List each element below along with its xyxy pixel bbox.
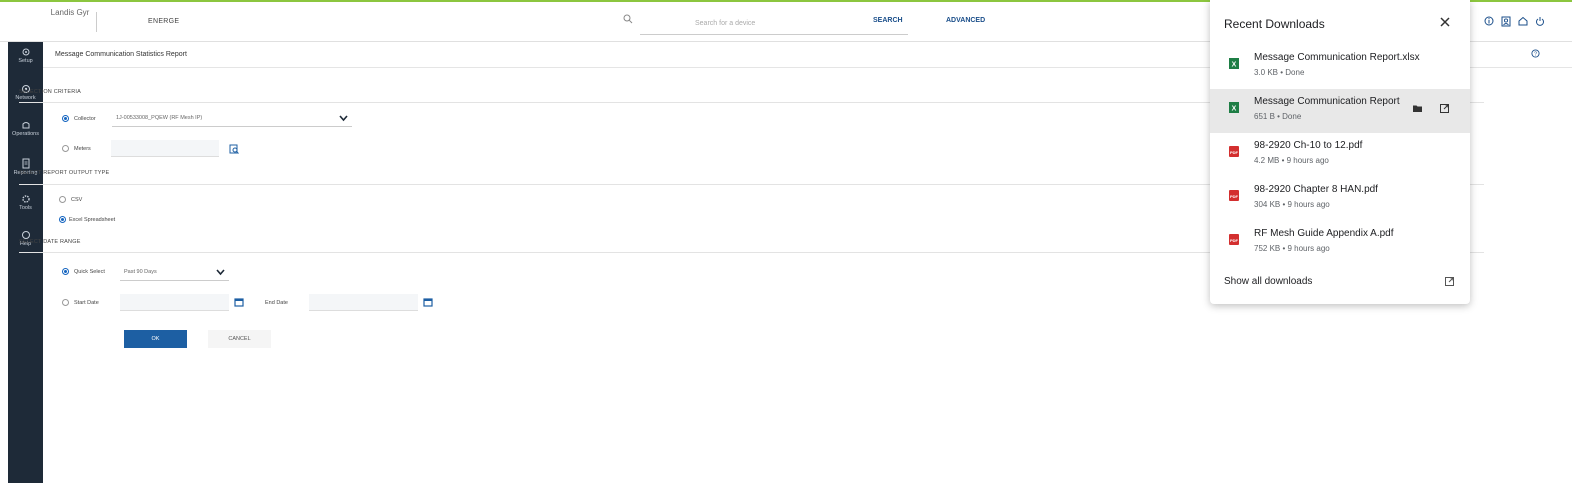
collector-select[interactable]: 1J-00533008_PQEW (RF Mesh IP) [112,110,352,127]
download-item[interactable]: X Message Communication Report 651 B • D… [1210,89,1470,133]
search-button[interactable]: SEARCH [873,17,903,24]
collector-value: 1J-00533008_PQEW (RF Mesh IP) [116,115,203,121]
chevron-down-icon [216,269,225,276]
sidebar-item-label: Setup [18,58,33,64]
close-icon[interactable] [1438,15,1452,29]
quick-select-radio[interactable] [62,268,69,275]
excel-radio[interactable] [59,216,66,223]
svg-text:PDF: PDF [1230,238,1239,243]
sidebar-item-tools[interactable]: Tools [8,194,43,211]
pdf-file-icon: PDF [1229,234,1239,245]
folder-icon[interactable] [1412,103,1423,114]
end-date-label: End Date [265,300,288,306]
help-icon[interactable]: ? [1531,49,1540,58]
end-date-input[interactable] [309,294,418,311]
download-name: 98-2920 Ch-10 to 12.pdf [1254,140,1363,151]
download-meta: 651 B • Done [1254,112,1302,121]
search-icon [623,14,633,24]
home-icon[interactable] [1517,14,1528,28]
search-input[interactable]: Search for a device [640,11,908,35]
download-meta: 3.0 KB • Done [1254,68,1305,77]
page-title: Message Communication Statistics Report [55,51,187,58]
download-name: Message Communication Report.xlsx [1254,52,1420,63]
svg-text:X: X [1232,106,1237,113]
downloads-title: Recent Downloads [1224,17,1325,31]
tools-icon [21,195,30,203]
operations-icon [22,122,29,129]
download-item[interactable]: X Message Communication Report.xlsx 3.0 … [1210,45,1470,89]
sidebar-item-label: Operations [12,131,39,137]
report-icon [22,158,29,169]
quick-select-value: Past 90 Days [124,269,157,275]
download-item[interactable]: PDF RF Mesh Guide Appendix A.pdf 752 KB … [1210,221,1470,265]
sidebar-item-label: Tools [19,205,32,211]
meters-input[interactable] [111,140,219,157]
download-item[interactable]: PDF 98-2920 Ch-10 to 12.pdf 4.2 MB • 9 h… [1210,133,1470,177]
download-meta: 304 KB • 9 hours ago [1254,200,1330,209]
section-heading: SELECT REPORT OUTPUT TYPE [19,170,110,176]
collector-radio[interactable] [62,115,69,122]
meters-radio[interactable] [62,145,69,152]
logo[interactable]: Landis Gyr [50,8,90,17]
chevron-down-icon [339,115,348,122]
svg-text:?: ? [1534,52,1537,58]
sidebar-item-operations[interactable]: Operations [8,120,43,137]
calendar-icon[interactable] [423,297,433,307]
downloads-panel: Recent Downloads X Message Communication… [1210,0,1470,304]
excel-label: Excel Spreadsheet [69,217,116,223]
user-icon[interactable] [1500,14,1511,28]
download-meta: 752 KB • 9 hours ago [1254,244,1330,253]
pdf-file-icon: PDF [1229,190,1239,201]
download-item[interactable]: PDF 98-2920 Chapter 8 HAN.pdf 304 KB • 9… [1210,177,1470,221]
divider [96,12,97,32]
download-name: 98-2920 Chapter 8 HAN.pdf [1254,184,1378,195]
svg-text:PDF: PDF [1230,150,1239,155]
meters-label: Meters [74,146,91,152]
csv-label: CSV [71,197,83,203]
calendar-icon[interactable] [234,297,244,307]
open-external-icon[interactable] [1439,103,1450,114]
start-date-label: Start Date [74,300,99,306]
section-heading: SELECT DATE RANGE [19,239,81,245]
section-heading: SELECTION CRITERIA [19,89,81,95]
collector-label: Collector [74,116,96,122]
show-all-downloads-link[interactable]: Show all downloads [1224,276,1312,287]
csv-radio[interactable] [59,196,66,203]
sidebar-item-label: Network [15,95,36,101]
gear-icon [22,48,29,56]
svg-text:PDF: PDF [1230,194,1239,199]
download-meta: 4.2 MB • 9 hours ago [1254,156,1329,165]
quick-select-label: Quick Select [74,269,105,275]
svg-text:X: X [1232,62,1237,69]
app-name: ENERGE [148,18,180,25]
sidebar-item-setup[interactable]: Setup [8,47,43,64]
pdf-file-icon: PDF [1229,146,1239,157]
date-range-radio[interactable] [62,299,69,306]
download-name: RF Mesh Guide Appendix A.pdf [1254,228,1394,239]
advanced-search-button[interactable]: ADVANCED [946,17,985,24]
power-icon[interactable] [1534,14,1545,28]
download-name: Message Communication Report [1254,96,1400,107]
ok-button[interactable]: OK [124,330,187,348]
excel-file-icon: X [1229,102,1239,113]
open-external-icon[interactable] [1444,276,1455,287]
cancel-button[interactable]: CANCEL [208,330,271,348]
start-date-input[interactable] [120,294,229,311]
excel-file-icon: X [1229,58,1239,69]
sidebar: Setup Network Operations Reporting Tools… [8,42,43,483]
info-icon[interactable] [1483,14,1494,28]
meter-search-icon[interactable] [229,144,239,154]
quick-select-dropdown[interactable]: Past 90 Days [120,264,229,281]
